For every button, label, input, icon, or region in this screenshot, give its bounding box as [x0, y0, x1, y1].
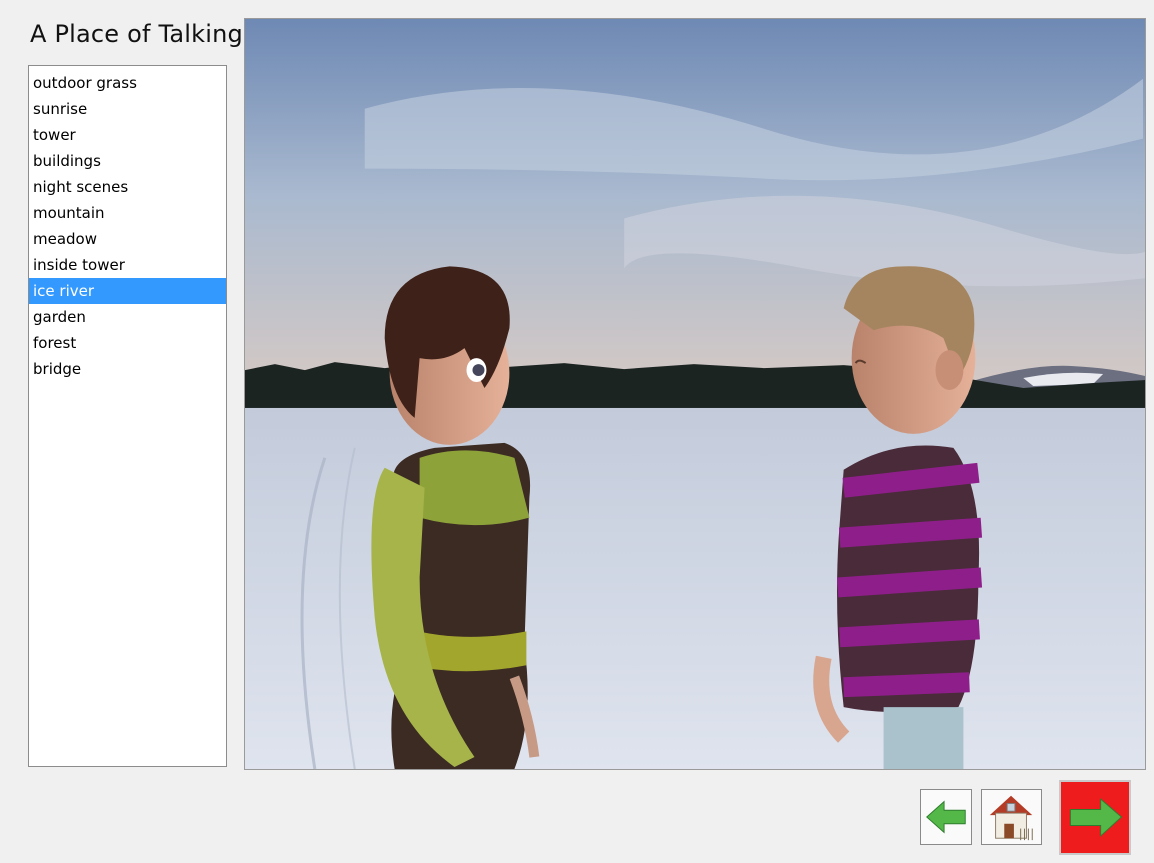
scene-item-bridge[interactable]: bridge — [29, 356, 226, 382]
scene-item-outdoor-grass[interactable]: outdoor grass — [29, 70, 226, 96]
green-right-arrow-icon — [1069, 798, 1123, 837]
next-button[interactable] — [1059, 780, 1131, 855]
green-left-arrow-icon — [926, 800, 966, 834]
home-button[interactable] — [981, 789, 1042, 845]
scene-item-inside-tower[interactable]: inside tower — [29, 252, 226, 278]
page-title: A Place of Talking — [30, 20, 243, 48]
scene-item-forest[interactable]: forest — [29, 330, 226, 356]
scene-list[interactable]: outdoor grass sunrise tower buildings ni… — [28, 65, 227, 767]
app-window: A Place of Talking outdoor grass sunrise… — [0, 0, 1154, 863]
scene-item-buildings[interactable]: buildings — [29, 148, 226, 174]
scene-item-garden[interactable]: garden — [29, 304, 226, 330]
scene-item-mountain[interactable]: mountain — [29, 200, 226, 226]
scene-item-tower[interactable]: tower — [29, 122, 226, 148]
house-icon — [989, 795, 1033, 841]
scene-viewport — [244, 18, 1146, 770]
scene-item-ice-river[interactable]: ice river — [29, 278, 226, 304]
scene-item-meadow[interactable]: meadow — [29, 226, 226, 252]
ice-river-scene-image — [245, 19, 1145, 769]
scene-item-night-scenes[interactable]: night scenes — [29, 174, 226, 200]
scene-item-sunrise[interactable]: sunrise — [29, 96, 226, 122]
back-button[interactable] — [920, 789, 972, 845]
